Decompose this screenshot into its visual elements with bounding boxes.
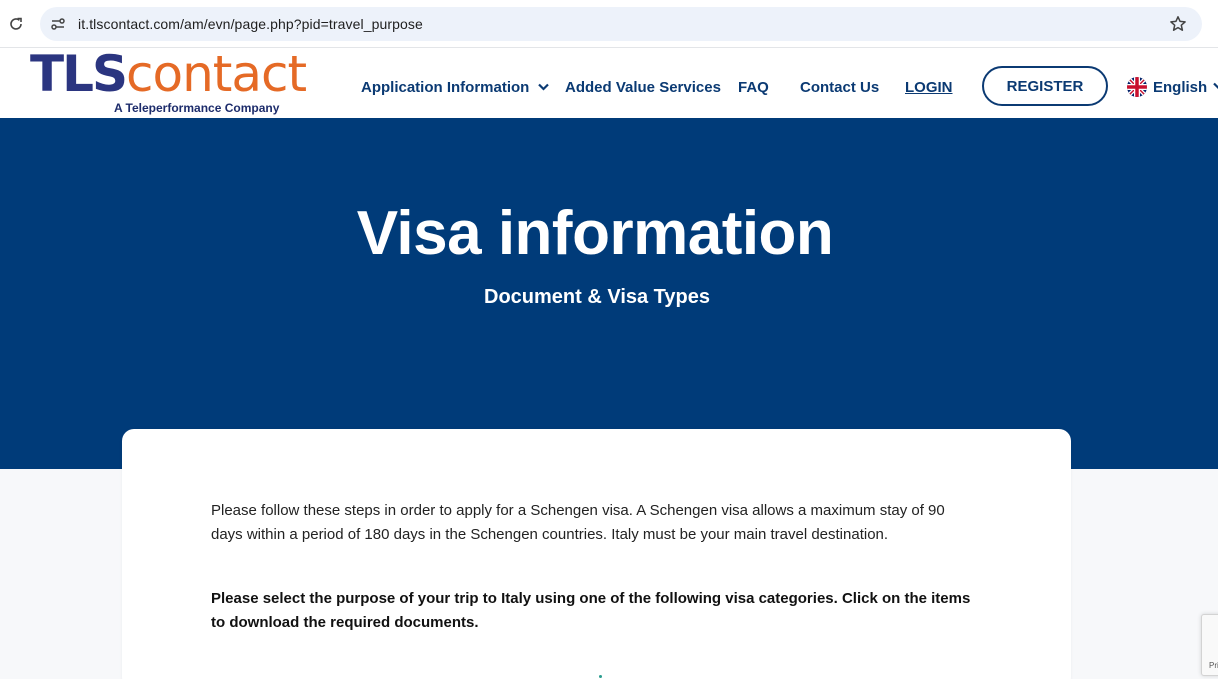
nav-application-information-label: Application Information bbox=[361, 79, 530, 96]
logo-tls-text: TLS bbox=[30, 45, 128, 103]
reload-icon[interactable] bbox=[6, 14, 26, 34]
instruction-text: Please select the purpose of your trip t… bbox=[211, 590, 971, 631]
address-bar[interactable]: it.tlscontact.com/am/evn/page.php?pid=tr… bbox=[40, 7, 1202, 41]
decorative-dot bbox=[599, 675, 602, 678]
language-label: English bbox=[1153, 78, 1208, 96]
hero-banner: Visa information Document & Visa Types bbox=[0, 118, 1218, 469]
logo-tagline: A Teleperformance Company bbox=[114, 101, 280, 115]
recaptcha-text: Pri bbox=[1209, 661, 1218, 670]
logo-contact-text: contact bbox=[125, 45, 307, 103]
chevron-down-icon bbox=[1213, 82, 1218, 89]
language-selector[interactable]: English bbox=[1127, 76, 1218, 98]
browser-toolbar: it.tlscontact.com/am/evn/page.php?pid=tr… bbox=[0, 0, 1218, 48]
url-text[interactable]: it.tlscontact.com/am/evn/page.php?pid=tr… bbox=[78, 16, 423, 32]
nav-faq[interactable]: FAQ bbox=[738, 79, 769, 96]
page-title: Visa information bbox=[356, 199, 834, 268]
recaptcha-badge[interactable]: Pri bbox=[1201, 614, 1218, 676]
nav-contact-us[interactable]: Contact Us bbox=[800, 79, 879, 96]
content-card: Please follow these steps in order to ap… bbox=[122, 429, 1071, 679]
site-info-icon[interactable] bbox=[49, 15, 67, 33]
nav-login[interactable]: LOGIN bbox=[905, 79, 953, 96]
nav-added-value-services[interactable]: Added Value Services bbox=[565, 79, 721, 96]
site-header: TLScontact A Teleperformance Company App… bbox=[0, 46, 1218, 118]
intro-text: Please follow these steps in order to ap… bbox=[211, 502, 945, 543]
register-button[interactable]: REGISTER bbox=[982, 66, 1108, 106]
uk-flag-icon bbox=[1127, 77, 1147, 97]
tlscontact-logo[interactable]: TLScontact A Teleperformance Company bbox=[30, 46, 307, 115]
star-icon[interactable] bbox=[1168, 14, 1188, 34]
page-subtitle: Document & Visa Types bbox=[484, 286, 710, 308]
nav-application-information[interactable]: Application Information bbox=[361, 79, 549, 96]
chevron-down-icon bbox=[537, 83, 549, 91]
